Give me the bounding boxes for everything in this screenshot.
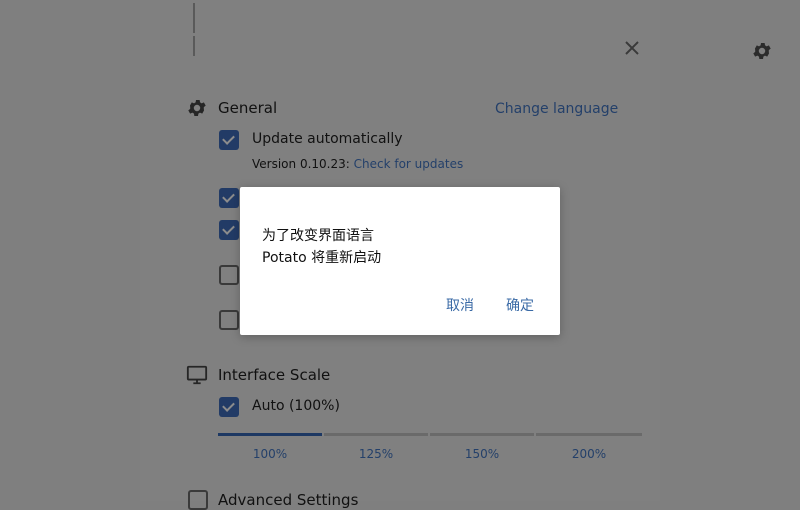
advanced-settings-icon [188, 490, 208, 510]
gear-icon [186, 97, 208, 119]
scale-option-100[interactable]: 100% [250, 447, 290, 461]
general-option-checkbox[interactable] [219, 220, 239, 240]
section-title-advanced: Advanced Settings [218, 491, 359, 509]
scale-option-bar[interactable] [324, 433, 428, 436]
dialog-message-line1: 为了改变界面语言 [262, 228, 374, 244]
version-line: Version 0.10.23: Check for updates [252, 157, 463, 171]
update-automatically-checkbox[interactable] [219, 130, 239, 150]
scale-option-bar[interactable] [430, 433, 534, 436]
scale-option-bar[interactable] [218, 433, 322, 436]
general-option-checkbox[interactable] [219, 265, 239, 285]
monitor-icon [186, 364, 208, 386]
section-title-interface-scale: Interface Scale [218, 366, 331, 384]
general-option-checkbox[interactable] [219, 188, 239, 208]
scroll-remnant [193, 3, 195, 33]
close-icon[interactable] [622, 38, 642, 58]
section-title-general: General [218, 99, 278, 117]
update-automatically-label: Update automatically [252, 131, 403, 147]
scroll-remnant [193, 36, 195, 56]
general-option-checkbox[interactable] [219, 310, 239, 330]
restart-dialog: 为了改变界面语言 Potato 将重新启动 取消 确定 [240, 187, 560, 335]
version-text: Version 0.10.23: [252, 157, 350, 171]
gear-icon[interactable] [751, 40, 773, 62]
auto-scale-checkbox[interactable] [219, 397, 239, 417]
scale-option-200[interactable]: 200% [569, 447, 609, 461]
auto-scale-label: Auto (100%) [252, 398, 340, 414]
dialog-message-line2: Potato 将重新启动 [262, 250, 382, 266]
scale-option-125[interactable]: 125% [356, 447, 396, 461]
scale-option-bar[interactable] [536, 433, 642, 436]
change-language-link[interactable]: Change language [495, 101, 618, 117]
scale-option-150[interactable]: 150% [462, 447, 502, 461]
ok-button[interactable]: 确定 [506, 295, 534, 315]
cancel-button[interactable]: 取消 [446, 295, 474, 315]
check-updates-link[interactable]: Check for updates [354, 157, 464, 171]
